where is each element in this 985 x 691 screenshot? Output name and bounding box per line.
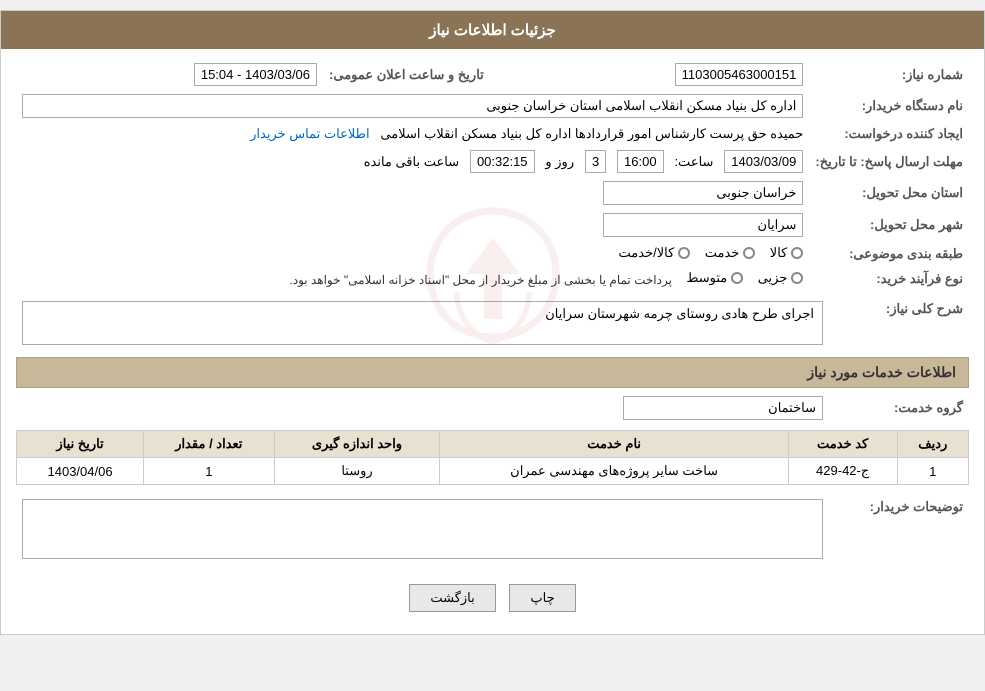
- services-section-header: اطلاعات خدمات مورد نیاز: [16, 357, 969, 388]
- announce-value: 1403/03/06 - 15:04: [16, 59, 323, 90]
- col-row: ردیف: [897, 431, 968, 458]
- buyer-org-value: اداره کل بنیاد مسکن انقلاب اسلامی استان …: [16, 90, 809, 122]
- category-kala: کالا: [770, 245, 804, 261]
- province-label: استان محل تحویل:: [809, 177, 969, 209]
- city-value: سرایان: [16, 209, 809, 241]
- service-group-label: گروه خدمت:: [829, 392, 969, 424]
- buyer-desc-label: توضیحات خریدار:: [829, 495, 969, 566]
- deadline-remaining-box: 00:32:15: [470, 150, 535, 173]
- announce-label: تاریخ و ساعت اعلان عمومی:: [323, 59, 490, 90]
- purchase-label: نوع فرآیند خرید:: [809, 266, 969, 291]
- kala-khedmat-label: کالا/خدمت: [619, 245, 675, 261]
- page-title: جزئیات اطلاعات نیاز: [429, 22, 556, 39]
- jozii-label: جزیی: [758, 270, 788, 286]
- deadline-days-label: روز و: [545, 154, 574, 169]
- service-group-table: گروه خدمت: ساختمان: [16, 392, 969, 424]
- description-table: شرح کلی نیاز: اجرای طرح هادی روستای چرمه…: [16, 297, 969, 349]
- mota-radio-dot[interactable]: [731, 272, 743, 284]
- deadline-time-box: 16:00: [617, 150, 664, 173]
- purchase-row: جزیی متوسط پرداخت تمام یا بخشی از مبلغ خ…: [16, 266, 809, 291]
- page-header: جزئیات اطلاعات نیاز: [1, 11, 984, 49]
- description-value: اجرای طرح هادی روستای چرمه شهرستان سرایا…: [16, 297, 829, 349]
- province-box: خراسان جنوبی: [603, 181, 803, 205]
- kala-khedmat-radio-dot[interactable]: [678, 247, 690, 259]
- category-kala-khedmat: کالا/خدمت: [619, 245, 691, 261]
- buyer-desc-textarea[interactable]: [22, 499, 823, 559]
- deadline-remaining-label: ساعت باقی مانده: [364, 154, 459, 169]
- col-date: تاریخ نیاز: [17, 431, 144, 458]
- cell-unit: روستا: [274, 458, 440, 485]
- city-box: سرایان: [603, 213, 803, 237]
- kala-label: کالا: [770, 245, 788, 261]
- purchase-mota: متوسط: [686, 270, 743, 286]
- buyer-desc-value: [16, 495, 829, 566]
- khedmat-label: خدمت: [705, 245, 740, 261]
- buyer-org-box: اداره کل بنیاد مسکن انقلاب اسلامی استان …: [22, 94, 803, 118]
- city-label: شهر محل تحویل:: [809, 209, 969, 241]
- need-number-label: شماره نیاز:: [809, 59, 969, 90]
- col-name: نام خدمت: [440, 431, 788, 458]
- creator-label: ایجاد کننده درخواست:: [809, 122, 969, 146]
- deadline-label: مهلت ارسال پاسخ: تا تاریخ:: [809, 146, 969, 177]
- print-button[interactable]: چاپ: [509, 584, 575, 612]
- back-button[interactable]: بازگشت: [409, 584, 495, 612]
- purchase-jozii: جزیی: [758, 270, 804, 286]
- jozii-radio-dot[interactable]: [791, 272, 803, 284]
- category-label: طبقه بندی موضوعی:: [809, 241, 969, 266]
- cell-row: 1: [897, 458, 968, 485]
- info-table: شماره نیاز: 1103005463000151 تاریخ و ساع…: [16, 59, 969, 291]
- service-group-value: ساختمان: [16, 392, 829, 424]
- mota-label: متوسط: [686, 270, 727, 286]
- khedmat-radio-dot[interactable]: [743, 247, 755, 259]
- deadline-date-box: 1403/03/09: [724, 150, 803, 173]
- col-qty: تعداد / مقدار: [144, 431, 274, 458]
- button-row: چاپ بازگشت: [16, 572, 969, 624]
- category-khedmat: خدمت: [705, 245, 756, 261]
- col-unit: واحد اندازه گیری: [274, 431, 440, 458]
- creator-value: حمیده حق پرست کارشناس امور قراردادها ادا…: [16, 122, 809, 146]
- need-number-value: 1103005463000151: [490, 59, 810, 90]
- kala-radio-dot[interactable]: [791, 247, 803, 259]
- table-row: 1 ج-42-429 ساخت سایر پروژه‌های مهندسی عم…: [17, 458, 969, 485]
- description-label: شرح کلی نیاز:: [829, 297, 969, 349]
- cell-code: ج-42-429: [788, 458, 897, 485]
- category-radios: کالا خدمت کالا/خدمت: [16, 241, 809, 266]
- buyer-desc-table: توضیحات خریدار:: [16, 495, 969, 566]
- buyer-org-label: نام دستگاه خریدار:: [809, 90, 969, 122]
- cell-date: 1403/04/06: [17, 458, 144, 485]
- service-group-box: ساختمان: [623, 396, 823, 420]
- cell-name: ساخت سایر پروژه‌های مهندسی عمران: [440, 458, 788, 485]
- province-value: خراسان جنوبی: [16, 177, 809, 209]
- need-number-box: 1103005463000151: [675, 63, 804, 86]
- deadline-row: 1403/03/09 ساعت: 16:00 3 روز و 00:32:15 …: [16, 146, 809, 177]
- services-table: ردیف کد خدمت نام خدمت واحد اندازه گیری ت…: [16, 430, 969, 485]
- creator-text: حمیده حق پرست کارشناس امور قراردادها ادا…: [380, 126, 803, 141]
- description-box: اجرای طرح هادی روستای چرمه شهرستان سرایا…: [22, 301, 823, 345]
- deadline-days-box: 3: [585, 150, 606, 173]
- col-code: کد خدمت: [788, 431, 897, 458]
- purchase-note: پرداخت تمام یا بخشی از مبلغ خریدار از مح…: [289, 273, 672, 287]
- cell-qty: 1: [144, 458, 274, 485]
- announce-box: 1403/03/06 - 15:04: [194, 63, 317, 86]
- contact-link[interactable]: اطلاعات تماس خریدار: [250, 126, 369, 141]
- deadline-time-label: ساعت:: [674, 154, 713, 169]
